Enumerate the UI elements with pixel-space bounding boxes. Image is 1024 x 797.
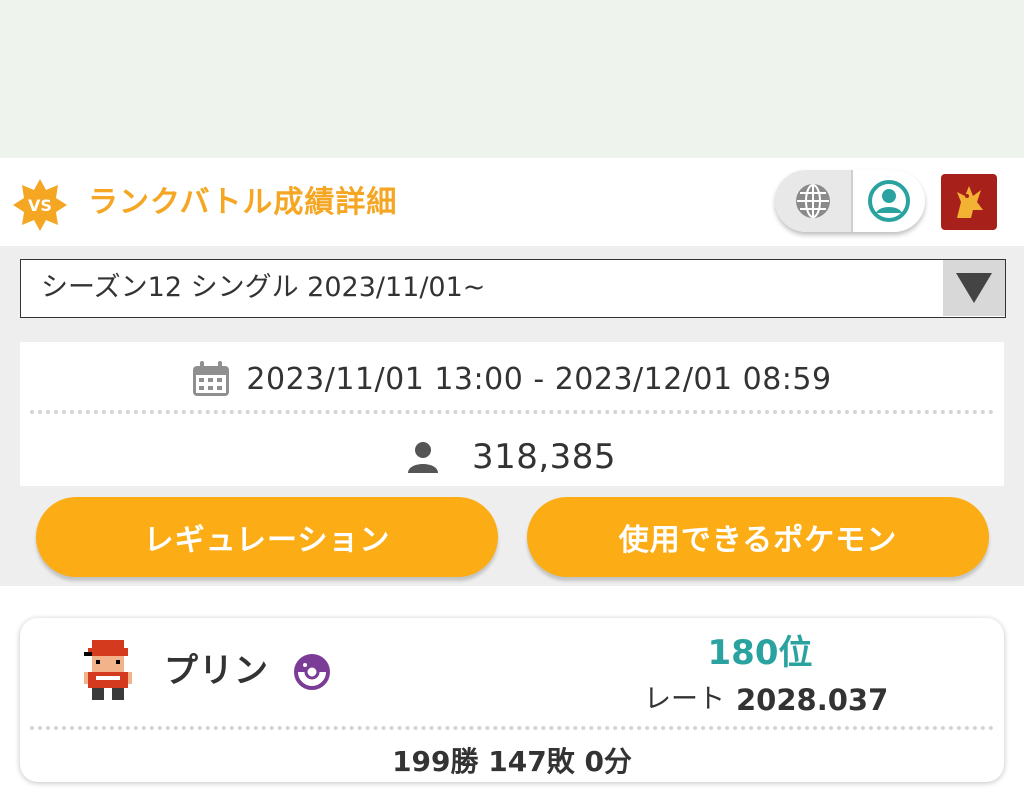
season-period-row: 2023/11/01 13:00 - 2023/12/01 08:59 <box>20 356 1004 402</box>
season-select-arrow[interactable] <box>943 260 1005 316</box>
player-count: 318,385 <box>471 437 617 477</box>
personal-toggle-button[interactable] <box>853 170 925 232</box>
player-count-row: 318,385 <box>20 434 1004 480</box>
player-name: プリン <box>164 651 269 691</box>
trainer-sprite <box>84 640 132 700</box>
vs-badge-text: VS <box>28 196 52 215</box>
player-result-card[interactable]: プリン 180位 レート 2028.037 199勝 147敗 0分 <box>20 618 1004 782</box>
season-select[interactable]: シーズン12 シングル 2023/11/01~ <box>20 259 1006 318</box>
top-blank-area <box>0 0 1024 158</box>
vs-badge-icon: VS <box>12 177 68 233</box>
trainer-avatar-icon <box>957 186 983 218</box>
view-toggle-group <box>775 170 925 232</box>
poke-ball-icon <box>294 654 330 690</box>
season-select-value: シーズン12 シングル 2023/11/01~ <box>41 272 486 303</box>
rate-label: レート <box>644 684 725 715</box>
person-icon <box>407 442 438 473</box>
global-toggle-button[interactable] <box>775 170 851 232</box>
season-info-card: 2023/11/01 13:00 - 2023/12/01 08:59 318,… <box>20 342 1004 486</box>
season-period: 2023/11/01 13:00 - 2023/12/01 08:59 <box>246 361 832 397</box>
user-circle-icon <box>868 180 910 222</box>
dotted-divider <box>30 726 994 730</box>
regulation-button[interactable]: レギュレーション <box>36 497 498 577</box>
globe-icon <box>796 184 830 218</box>
player-rank: 180位 <box>707 633 813 673</box>
calendar-icon <box>193 361 230 396</box>
trainer-avatar[interactable] <box>941 174 997 230</box>
page-title: ランクバトル成績詳細 <box>88 185 398 220</box>
rate-value: 2028.037 <box>736 683 889 717</box>
usable-pokemon-button[interactable]: 使用できるポケモン <box>527 497 989 577</box>
win-loss-record: 199勝 147敗 0分 <box>392 745 632 778</box>
triangle-down-icon <box>956 273 992 303</box>
dotted-divider <box>30 410 994 414</box>
